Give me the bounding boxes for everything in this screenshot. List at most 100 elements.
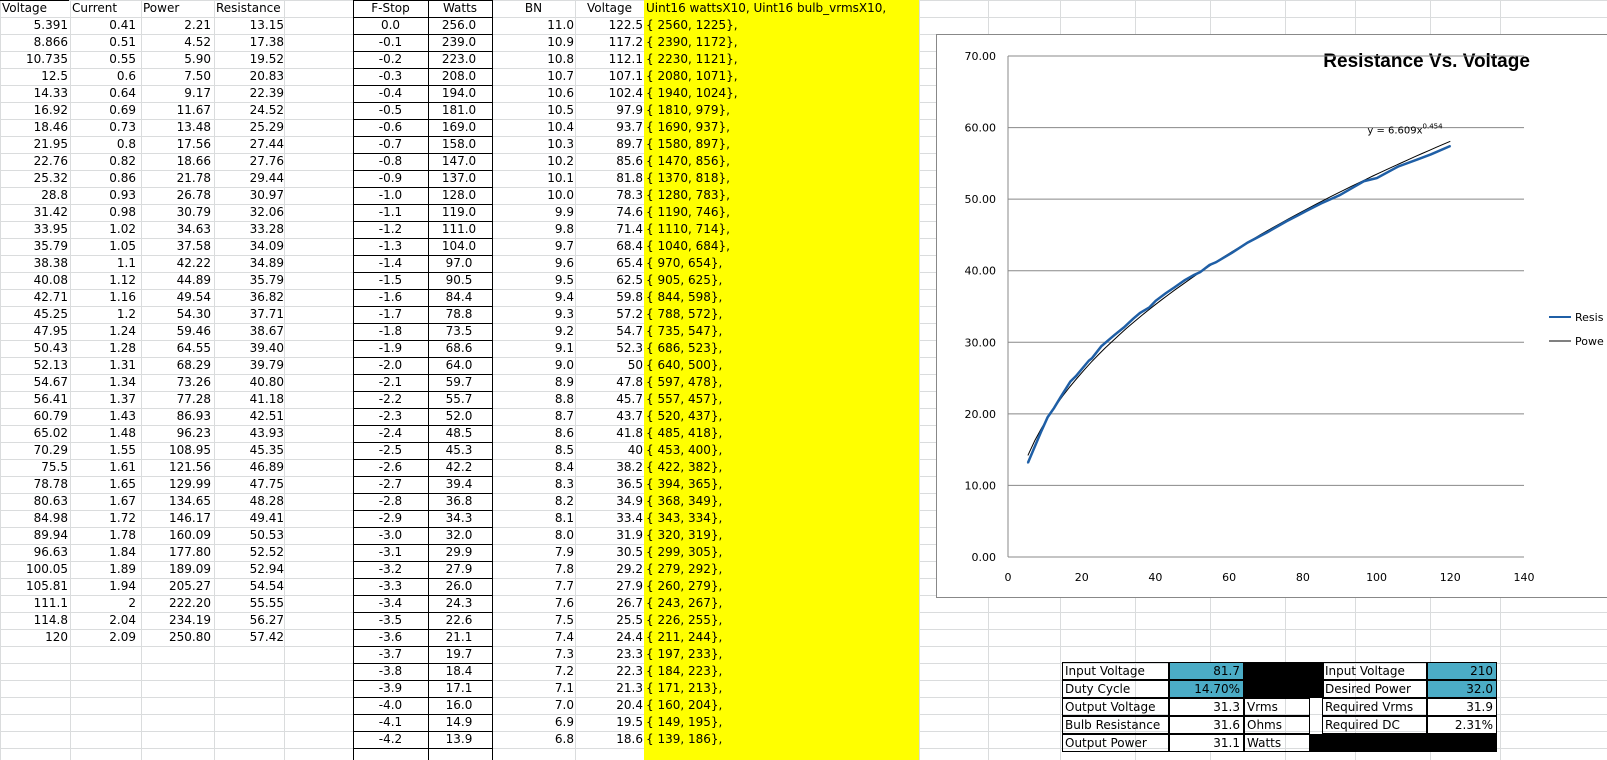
calc-left-unit[interactable]: Watts bbox=[1244, 734, 1310, 752]
left-cell[interactable]: 13.15 bbox=[214, 17, 284, 34]
left-cell[interactable]: 22.39 bbox=[214, 85, 284, 102]
calc-left-unit[interactable]: Ohms bbox=[1244, 716, 1310, 734]
left-cell[interactable]: 48.28 bbox=[214, 493, 284, 510]
right-cell[interactable]: -3.7 bbox=[353, 646, 428, 663]
right-cell[interactable]: 85.6 bbox=[575, 153, 643, 170]
left-cell[interactable]: 0.82 bbox=[70, 153, 136, 170]
left-cell[interactable]: 31.42 bbox=[0, 204, 68, 221]
right-cell[interactable]: 20.4 bbox=[575, 697, 643, 714]
left-cell[interactable]: 34.89 bbox=[214, 255, 284, 272]
right-cell[interactable]: 7.0 bbox=[492, 697, 574, 714]
right-cell[interactable]: 7.1 bbox=[492, 680, 574, 697]
right-cell[interactable]: 7.4 bbox=[492, 629, 574, 646]
right-cell[interactable]: 52.3 bbox=[575, 340, 643, 357]
left-cell[interactable]: 40.08 bbox=[0, 272, 68, 289]
left-cell[interactable]: 1.72 bbox=[70, 510, 136, 527]
right-cell[interactable]: { 1810, 979}, bbox=[646, 102, 916, 119]
right-cell[interactable]: { 260, 279}, bbox=[646, 578, 916, 595]
left-cell[interactable]: 25.32 bbox=[0, 170, 68, 187]
right-cell[interactable]: -4.2 bbox=[353, 731, 428, 748]
right-cell[interactable]: 6.9 bbox=[492, 714, 574, 731]
left-cell[interactable]: 0.55 bbox=[70, 51, 136, 68]
right-cell[interactable]: { 905, 625}, bbox=[646, 272, 916, 289]
left-cell[interactable]: 29.44 bbox=[214, 170, 284, 187]
right-cell[interactable]: { 320, 319}, bbox=[646, 527, 916, 544]
right-cell[interactable]: { 171, 213}, bbox=[646, 680, 916, 697]
right-cell[interactable]: 8.0 bbox=[492, 527, 574, 544]
left-cell[interactable]: 75.5 bbox=[0, 459, 68, 476]
right-header-2[interactable]: BN bbox=[492, 0, 575, 17]
calc-left-value[interactable]: 31.1 bbox=[1169, 734, 1244, 752]
right-cell[interactable]: 39.4 bbox=[428, 476, 490, 493]
left-cell[interactable]: 2.04 bbox=[70, 612, 136, 629]
left-cell[interactable]: 1.1 bbox=[70, 255, 136, 272]
right-cell[interactable]: -3.8 bbox=[353, 663, 428, 680]
right-cell[interactable]: { 211, 244}, bbox=[646, 629, 916, 646]
right-cell[interactable]: 97.9 bbox=[575, 102, 643, 119]
right-cell[interactable]: 8.5 bbox=[492, 442, 574, 459]
right-cell[interactable]: 68.4 bbox=[575, 238, 643, 255]
right-cell[interactable]: 10.7 bbox=[492, 68, 574, 85]
right-cell[interactable]: 119.0 bbox=[428, 204, 490, 221]
right-cell[interactable]: { 1580, 897}, bbox=[646, 136, 916, 153]
right-cell[interactable]: 73.5 bbox=[428, 323, 490, 340]
right-cell[interactable]: -1.8 bbox=[353, 323, 428, 340]
left-cell[interactable]: 0.93 bbox=[70, 187, 136, 204]
right-cell[interactable]: 25.5 bbox=[575, 612, 643, 629]
right-cell[interactable]: 10.4 bbox=[492, 119, 574, 136]
left-cell[interactable]: 78.78 bbox=[0, 476, 68, 493]
right-cell[interactable]: 8.2 bbox=[492, 493, 574, 510]
left-cell[interactable]: 234.19 bbox=[141, 612, 211, 629]
left-cell[interactable]: 1.89 bbox=[70, 561, 136, 578]
right-cell[interactable]: { 453, 400}, bbox=[646, 442, 916, 459]
left-cell[interactable]: 56.41 bbox=[0, 391, 68, 408]
right-cell[interactable]: -1.1 bbox=[353, 204, 428, 221]
right-cell[interactable]: 89.7 bbox=[575, 136, 643, 153]
right-cell[interactable]: -0.1 bbox=[353, 34, 428, 51]
right-cell[interactable]: { 485, 418}, bbox=[646, 425, 916, 442]
right-cell[interactable]: 7.6 bbox=[492, 595, 574, 612]
left-cell[interactable]: 114.8 bbox=[0, 612, 68, 629]
right-cell[interactable]: -0.2 bbox=[353, 51, 428, 68]
left-cell[interactable]: 54.30 bbox=[141, 306, 211, 323]
left-cell[interactable]: 40.80 bbox=[214, 374, 284, 391]
left-cell[interactable]: 60.79 bbox=[0, 408, 68, 425]
left-cell[interactable]: 10.735 bbox=[0, 51, 68, 68]
right-cell[interactable]: { 299, 305}, bbox=[646, 544, 916, 561]
right-cell[interactable]: 62.5 bbox=[575, 272, 643, 289]
right-cell[interactable]: 18.4 bbox=[428, 663, 490, 680]
right-cell[interactable]: 137.0 bbox=[428, 170, 490, 187]
right-cell[interactable]: 24.3 bbox=[428, 595, 490, 612]
right-cell[interactable]: { 422, 382}, bbox=[646, 459, 916, 476]
right-cell[interactable]: -3.4 bbox=[353, 595, 428, 612]
right-header-4[interactable]: Uint16 wattsX10, Uint16 bulb_vrmsX10, bbox=[646, 0, 921, 17]
left-cell[interactable]: 54.54 bbox=[214, 578, 284, 595]
left-cell[interactable]: 37.58 bbox=[141, 238, 211, 255]
left-cell[interactable]: 5.90 bbox=[141, 51, 211, 68]
left-cell[interactable]: 1.94 bbox=[70, 578, 136, 595]
right-cell[interactable]: 9.5 bbox=[492, 272, 574, 289]
calc-right-label[interactable]: Required DC bbox=[1322, 716, 1427, 734]
right-cell[interactable]: 8.9 bbox=[492, 374, 574, 391]
left-cell[interactable]: 1.34 bbox=[70, 374, 136, 391]
right-cell[interactable]: 112.1 bbox=[575, 51, 643, 68]
right-cell[interactable]: 7.2 bbox=[492, 663, 574, 680]
right-cell[interactable]: 169.0 bbox=[428, 119, 490, 136]
right-cell[interactable]: 107.1 bbox=[575, 68, 643, 85]
left-cell[interactable]: 49.54 bbox=[141, 289, 211, 306]
right-cell[interactable]: 31.9 bbox=[575, 527, 643, 544]
right-cell[interactable]: { 1370, 818}, bbox=[646, 170, 916, 187]
right-cell[interactable]: 239.0 bbox=[428, 34, 490, 51]
left-cell[interactable]: 68.29 bbox=[141, 357, 211, 374]
calc-right-value[interactable]: 32.0 bbox=[1427, 680, 1497, 698]
right-cell[interactable]: { 160, 204}, bbox=[646, 697, 916, 714]
right-cell[interactable]: { 2560, 1225}, bbox=[646, 17, 916, 34]
right-cell[interactable]: 43.7 bbox=[575, 408, 643, 425]
right-cell[interactable]: 78.8 bbox=[428, 306, 490, 323]
right-cell[interactable]: 71.4 bbox=[575, 221, 643, 238]
left-cell[interactable]: 52.13 bbox=[0, 357, 68, 374]
left-cell[interactable]: 9.17 bbox=[141, 85, 211, 102]
left-cell[interactable]: 28.8 bbox=[0, 187, 68, 204]
right-cell[interactable]: -1.4 bbox=[353, 255, 428, 272]
left-cell[interactable]: 1.05 bbox=[70, 238, 136, 255]
